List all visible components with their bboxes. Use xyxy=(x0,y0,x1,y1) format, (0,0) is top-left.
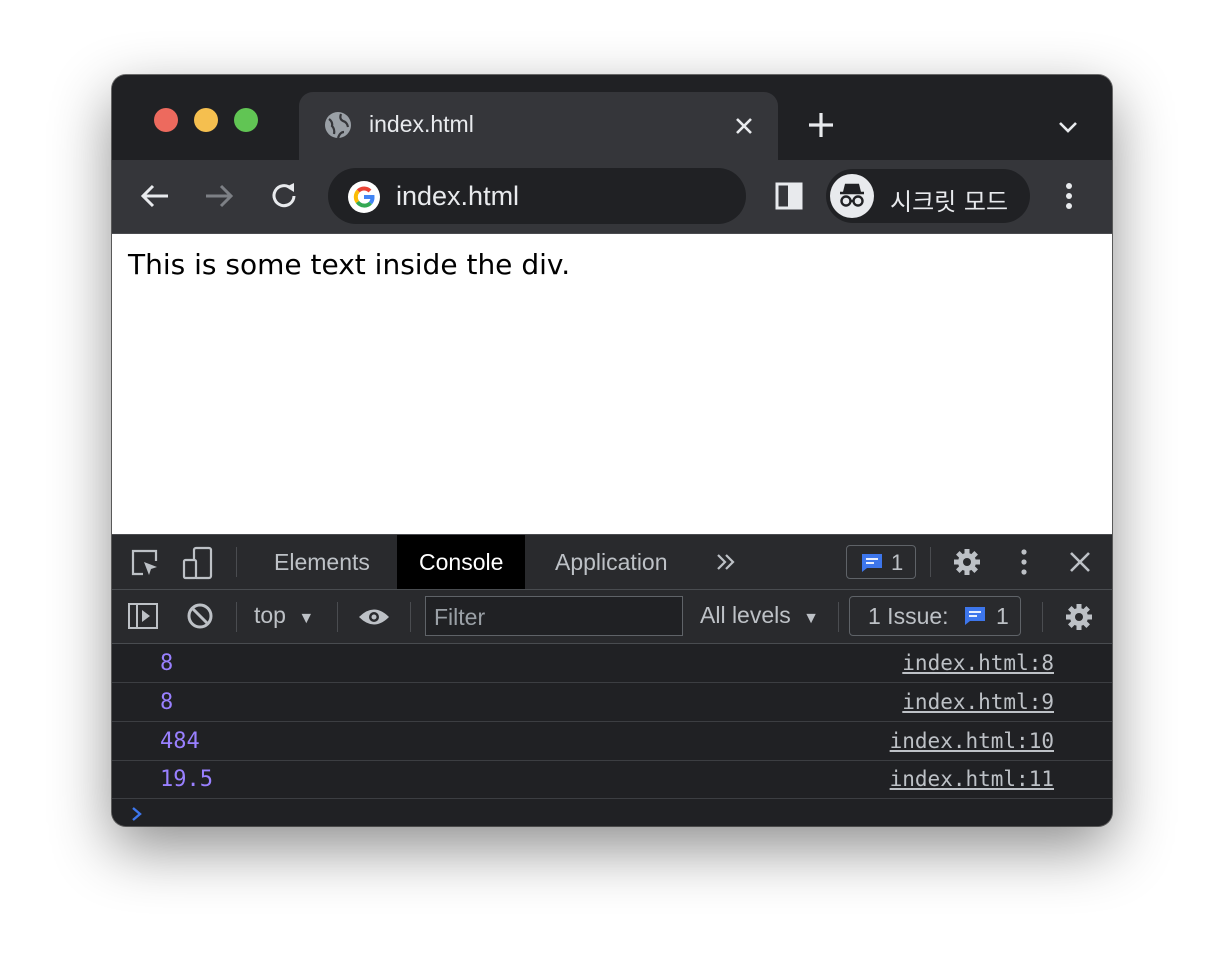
incognito-profile-button[interactable]: 시크릿 모드 xyxy=(826,169,1030,223)
divider xyxy=(236,602,237,632)
issues-count: 1 xyxy=(996,603,1009,629)
eye-icon[interactable] xyxy=(357,606,391,628)
clear-console-icon[interactable] xyxy=(186,602,214,630)
log-value: 484 xyxy=(160,729,200,754)
gear-icon[interactable] xyxy=(952,547,982,577)
issues-badge[interactable]: 1 xyxy=(846,545,916,579)
console-toolbar: top ▼ Filter All levels ▼ 1 Issue: 1 xyxy=(112,590,1112,644)
console-log-row: 8 index.html:9 xyxy=(112,683,1112,722)
incognito-icon xyxy=(840,183,864,207)
console-log-row: 8 index.html:8 xyxy=(112,644,1112,683)
forward-arrow-icon[interactable] xyxy=(202,179,236,213)
new-tab-icon[interactable] xyxy=(806,110,836,140)
log-levels-dropdown[interactable]: All levels ▼ xyxy=(700,602,819,629)
back-arrow-icon[interactable] xyxy=(138,179,172,213)
browser-window: index.html index.html 시크릿 모드 This is som… xyxy=(112,75,1112,826)
filter-input[interactable]: Filter xyxy=(425,596,683,636)
console-settings-gear-icon[interactable] xyxy=(1064,602,1094,632)
tab-elements[interactable]: Elements xyxy=(252,535,392,589)
close-devtools-icon[interactable] xyxy=(1068,550,1092,574)
browser-toolbar: index.html 시크릿 모드 xyxy=(112,160,1112,234)
tab-application[interactable]: Application xyxy=(533,535,690,589)
chevron-down-icon[interactable] xyxy=(1056,115,1080,139)
log-value: 8 xyxy=(160,651,174,676)
log-source-link[interactable]: index.html:11 xyxy=(890,767,1054,791)
url-text: index.html xyxy=(396,181,520,211)
more-tabs-icon[interactable] xyxy=(715,552,737,572)
context-selector[interactable]: top ▼ xyxy=(254,602,314,629)
log-source-link[interactable]: index.html:8 xyxy=(902,651,1054,675)
context-label: top xyxy=(254,602,286,628)
page-text: This is some text inside the div. xyxy=(128,248,571,281)
log-value: 8 xyxy=(160,690,174,715)
incognito-label: 시크릿 모드 xyxy=(890,188,1009,216)
divider xyxy=(337,602,338,632)
log-value: 19.5 xyxy=(160,767,213,792)
tab-strip: index.html xyxy=(112,75,1112,160)
maximize-window-button[interactable] xyxy=(234,108,258,132)
globe-icon xyxy=(325,112,351,139)
divider xyxy=(838,602,839,632)
more-vert-icon[interactable] xyxy=(1052,179,1086,213)
more-vert-icon[interactable] xyxy=(1009,547,1039,577)
side-panel-icon[interactable] xyxy=(773,180,805,212)
google-icon xyxy=(348,181,380,213)
tab-console[interactable]: Console xyxy=(397,535,526,589)
log-levels-label: All levels xyxy=(700,602,791,628)
devtools-panel: Elements Console Application 1 top ▼ Fil… xyxy=(112,534,1112,826)
reload-icon[interactable] xyxy=(267,179,301,213)
console-prompt-icon[interactable] xyxy=(130,805,144,823)
dropdown-arrow-icon: ▼ xyxy=(298,610,315,627)
divider xyxy=(930,547,931,577)
message-icon xyxy=(862,554,882,572)
address-bar[interactable]: index.html xyxy=(328,168,746,224)
message-icon xyxy=(965,607,985,625)
close-tab-icon[interactable] xyxy=(731,113,757,139)
console-log-row: 484 index.html:10 xyxy=(112,722,1112,761)
tab-title: index.html xyxy=(369,111,474,137)
divider xyxy=(236,547,237,577)
divider xyxy=(1042,602,1043,632)
sidebar-toggle-icon[interactable] xyxy=(127,602,159,630)
dropdown-arrow-icon: ▼ xyxy=(803,610,819,627)
issues-button[interactable]: 1 Issue: 1 xyxy=(849,596,1021,636)
log-source-link[interactable]: index.html:9 xyxy=(902,690,1054,714)
divider xyxy=(410,602,411,632)
device-toolbar-icon[interactable] xyxy=(182,546,214,580)
issues-label: 1 Issue: xyxy=(868,603,949,629)
browser-tab[interactable]: index.html xyxy=(299,92,778,160)
console-log-row: 19.5 index.html:11 xyxy=(112,760,1112,799)
devtools-tab-bar: Elements Console Application 1 xyxy=(112,535,1112,590)
minimize-window-button[interactable] xyxy=(194,108,218,132)
log-source-link[interactable]: index.html:10 xyxy=(890,729,1054,753)
issues-badge-count: 1 xyxy=(891,550,904,575)
avatar xyxy=(830,174,874,218)
close-window-button[interactable] xyxy=(154,108,178,132)
page-viewport: This is some text inside the div. xyxy=(112,234,1112,534)
inspect-element-icon[interactable] xyxy=(130,548,160,578)
